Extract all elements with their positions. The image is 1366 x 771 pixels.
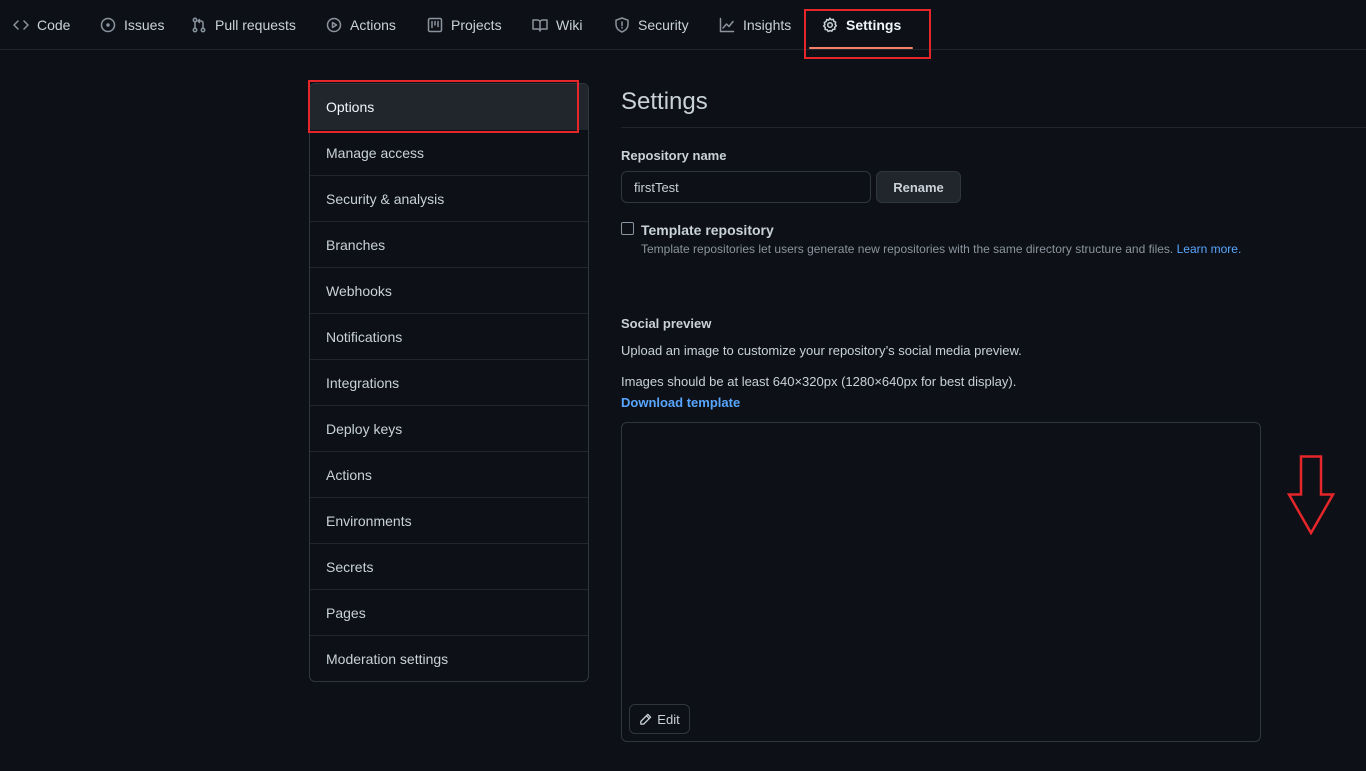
social-preview-heading: Social preview (621, 316, 712, 331)
graph-icon (719, 17, 735, 33)
sidebar-item-label: Environments (326, 512, 412, 529)
sidebar-item-deploy-keys[interactable]: Deploy keys (310, 406, 588, 452)
tab-label: Settings (846, 17, 902, 33)
tab-label: Wiki (556, 17, 583, 33)
sidebar-item-actions[interactable]: Actions (310, 452, 588, 498)
repo-nav: Code Issues Pull requests Actions Projec… (0, 0, 1366, 50)
sidebar-item-integrations[interactable]: Integrations (310, 360, 588, 406)
tab-label: Insights (743, 17, 792, 33)
sidebar-item-label: Integrations (326, 374, 400, 391)
sidebar-item-label: Branches (326, 236, 386, 253)
settings-sidebar: Options Manage access Security & analysi… (309, 83, 589, 682)
sidebar-item-notifications[interactable]: Notifications (310, 314, 588, 360)
repository-name-input[interactable] (621, 171, 871, 203)
sidebar-item-environments[interactable]: Environments (310, 498, 588, 544)
template-repository-checkbox[interactable] (621, 222, 634, 235)
tab-wiki[interactable]: Wiki (532, 0, 582, 50)
project-icon (427, 17, 443, 33)
sidebar-item-moderation-settings[interactable]: Moderation settings (310, 636, 588, 681)
social-preview-description: Upload an image to customize your reposi… (621, 343, 1022, 358)
sidebar-item-label: Notifications (326, 328, 403, 345)
edit-button-label: Edit (657, 711, 680, 727)
rename-button[interactable]: Rename (876, 171, 961, 203)
social-preview-size-note: Images should be at least 640×320px (128… (621, 374, 1017, 389)
tab-settings[interactable]: Settings (822, 0, 901, 50)
active-tab-underline (809, 47, 913, 49)
issue-icon (100, 17, 116, 33)
sidebar-item-label: Security & analysis (326, 190, 445, 207)
sidebar-item-label: Actions (326, 466, 372, 483)
sidebar-item-label: Manage access (326, 144, 425, 161)
template-description-text: Template repositories let users generate… (641, 242, 1174, 256)
down-arrow-annotation-icon (1287, 455, 1335, 535)
social-preview-image-area (621, 422, 1261, 742)
learn-more-link[interactable]: Learn more. (1177, 242, 1242, 256)
tab-pull-requests[interactable]: Pull requests (191, 0, 296, 50)
sidebar-item-pages[interactable]: Pages (310, 590, 588, 636)
sidebar-item-branches[interactable]: Branches (310, 222, 588, 268)
tab-insights[interactable]: Insights (719, 0, 791, 50)
sidebar-item-label: Secrets (326, 558, 374, 575)
page-title: Settings (621, 88, 708, 115)
sidebar-item-label: Webhooks (326, 282, 392, 299)
book-icon (532, 19, 548, 32)
code-icon (13, 20, 29, 30)
sidebar-item-options[interactable]: Options (310, 84, 588, 130)
sidebar-item-label: Moderation settings (326, 651, 449, 667)
sidebar-item-label: Options (326, 98, 375, 115)
sidebar-item-webhooks[interactable]: Webhooks (310, 268, 588, 314)
sidebar-item-secrets[interactable]: Secrets (310, 544, 588, 590)
tab-code[interactable]: Code (13, 0, 70, 50)
tab-label: Code (37, 17, 71, 33)
tab-security[interactable]: Security (614, 0, 689, 50)
template-repository-label: Template repository (641, 222, 774, 238)
tab-actions[interactable]: Actions (326, 0, 396, 50)
pull-request-icon (192, 17, 206, 33)
tab-label: Actions (350, 17, 396, 33)
gear-icon (822, 17, 838, 33)
sidebar-item-label: Deploy keys (326, 420, 403, 437)
template-repository-description: Template repositories let users generate… (641, 242, 1241, 256)
tab-issues[interactable]: Issues (100, 0, 164, 50)
play-icon (326, 17, 342, 33)
shield-icon (615, 17, 629, 33)
repository-name-label: Repository name (621, 148, 727, 163)
tab-label: Security (638, 17, 689, 33)
download-template-link[interactable]: Download template (621, 395, 740, 410)
title-divider (621, 127, 1366, 128)
pencil-icon (640, 713, 652, 725)
edit-preview-button[interactable]: Edit (629, 704, 690, 734)
sidebar-item-label: Pages (326, 604, 366, 621)
tab-projects[interactable]: Projects (427, 0, 502, 50)
sidebar-item-security-analysis[interactable]: Security & analysis (310, 176, 588, 222)
tab-label: Pull requests (215, 17, 296, 33)
tab-label: Issues (124, 17, 165, 33)
sidebar-item-manage-access[interactable]: Manage access (310, 130, 588, 176)
tab-label: Projects (451, 17, 502, 33)
